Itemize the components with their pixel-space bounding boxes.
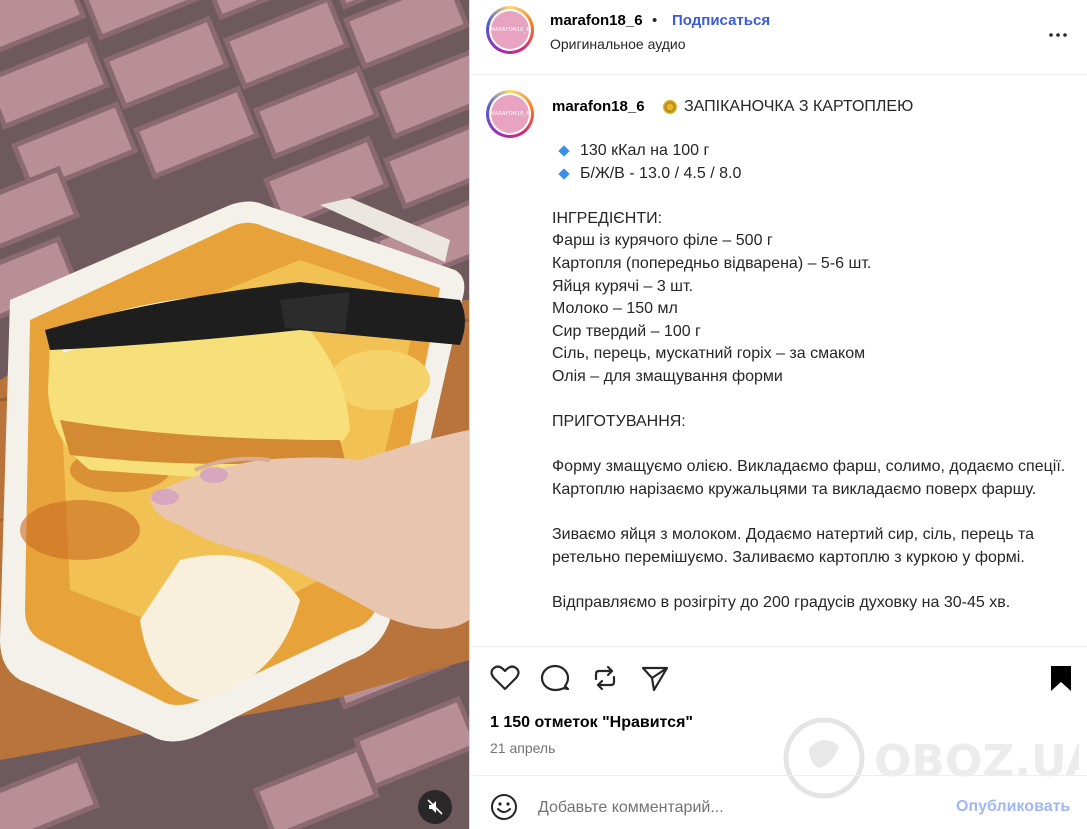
more-horizontal-icon	[1049, 33, 1067, 37]
comment-bar: Опубликовать	[470, 775, 1087, 829]
post-header: MARAFON18_6 marafon18_6 • Подписаться Ор…	[470, 0, 1087, 75]
caption-title: ЗАПІКАНОЧКА З КАРТОПЛЕЮ	[684, 98, 914, 115]
gold-badge-emoji	[663, 100, 677, 114]
preparation-header: ПРИГОТУВАННЯ:	[552, 413, 686, 431]
speaker-muted-icon	[427, 799, 443, 815]
comment-icon[interactable]	[540, 663, 570, 693]
audio-label[interactable]: Оригинальное аудио	[550, 36, 686, 52]
bullet-item: Б/Ж/В - 13.0 / 4.5 / 8.0	[552, 163, 1072, 186]
likes-count[interactable]: 1 150 отметок "Нравится"	[490, 714, 693, 732]
caption-body: 130 кКал на 100 г Б/Ж/В - 13.0 / 4.5 / 8…	[552, 140, 1072, 614]
author-username[interactable]: marafon18_6	[550, 12, 643, 29]
caption-avatar[interactable]: MARAFON18_6	[486, 90, 534, 138]
ingredient-item: Сіль, перець, мускатний горіх – за смако…	[552, 345, 866, 363]
ingredients-header: ІНГРЕДІЄНТИ:	[552, 209, 663, 227]
bookmark-icon[interactable]	[1046, 663, 1076, 693]
ingredient-item: Яйця курячі – 3 шт.	[552, 277, 694, 295]
post-date[interactable]: 21 апрель	[490, 740, 555, 756]
preparation-step: Відправляємо в розігріту до 200 градусів…	[552, 593, 1011, 611]
post-video[interactable]	[0, 0, 469, 829]
preparation-step: Форму змащуємо олією. Викладаємо фарш, с…	[552, 458, 1066, 498]
bullet-item: 130 кКал на 100 г	[552, 140, 1072, 163]
mute-button[interactable]	[418, 790, 452, 824]
separator-dot: •	[652, 12, 658, 29]
blue-diamond-icon	[558, 145, 570, 157]
action-bar	[470, 646, 1087, 706]
ingredient-item: Олія – для змащування форми	[552, 367, 783, 385]
caption-area[interactable]: MARAFON18_6 marafon18_6 ЗАПІКАНОЧКА З КА…	[470, 76, 1087, 646]
publish-button[interactable]: Опубликовать	[956, 798, 1070, 816]
comment-input[interactable]	[538, 796, 938, 820]
heart-icon[interactable]	[490, 663, 520, 693]
share-icon[interactable]	[640, 663, 670, 693]
more-options-button[interactable]	[1046, 23, 1070, 47]
caption-username[interactable]: marafon18_6	[552, 98, 645, 115]
avatar[interactable]: MARAFON18_6	[486, 6, 534, 54]
ingredient-item: Молоко – 150 мл	[552, 300, 678, 318]
ingredient-item: Картопля (попередньо відварена) – 5-6 шт…	[552, 254, 872, 272]
ingredient-item: Сир твердий – 100 г	[552, 322, 701, 340]
preparation-step: Зиваємо яйця з молоком. Додаємо натертий…	[552, 526, 1035, 566]
repost-icon[interactable]	[590, 663, 620, 693]
ingredient-item: Фарш із курячого філе – 500 г	[552, 232, 773, 250]
casserole-dish	[0, 198, 469, 742]
emoji-icon[interactable]	[490, 793, 518, 821]
blue-diamond-icon	[558, 168, 570, 180]
post-detail-panel: MARAFON18_6 marafon18_6 • Подписаться Ор…	[469, 0, 1087, 829]
follow-button[interactable]: Подписаться	[672, 12, 770, 29]
